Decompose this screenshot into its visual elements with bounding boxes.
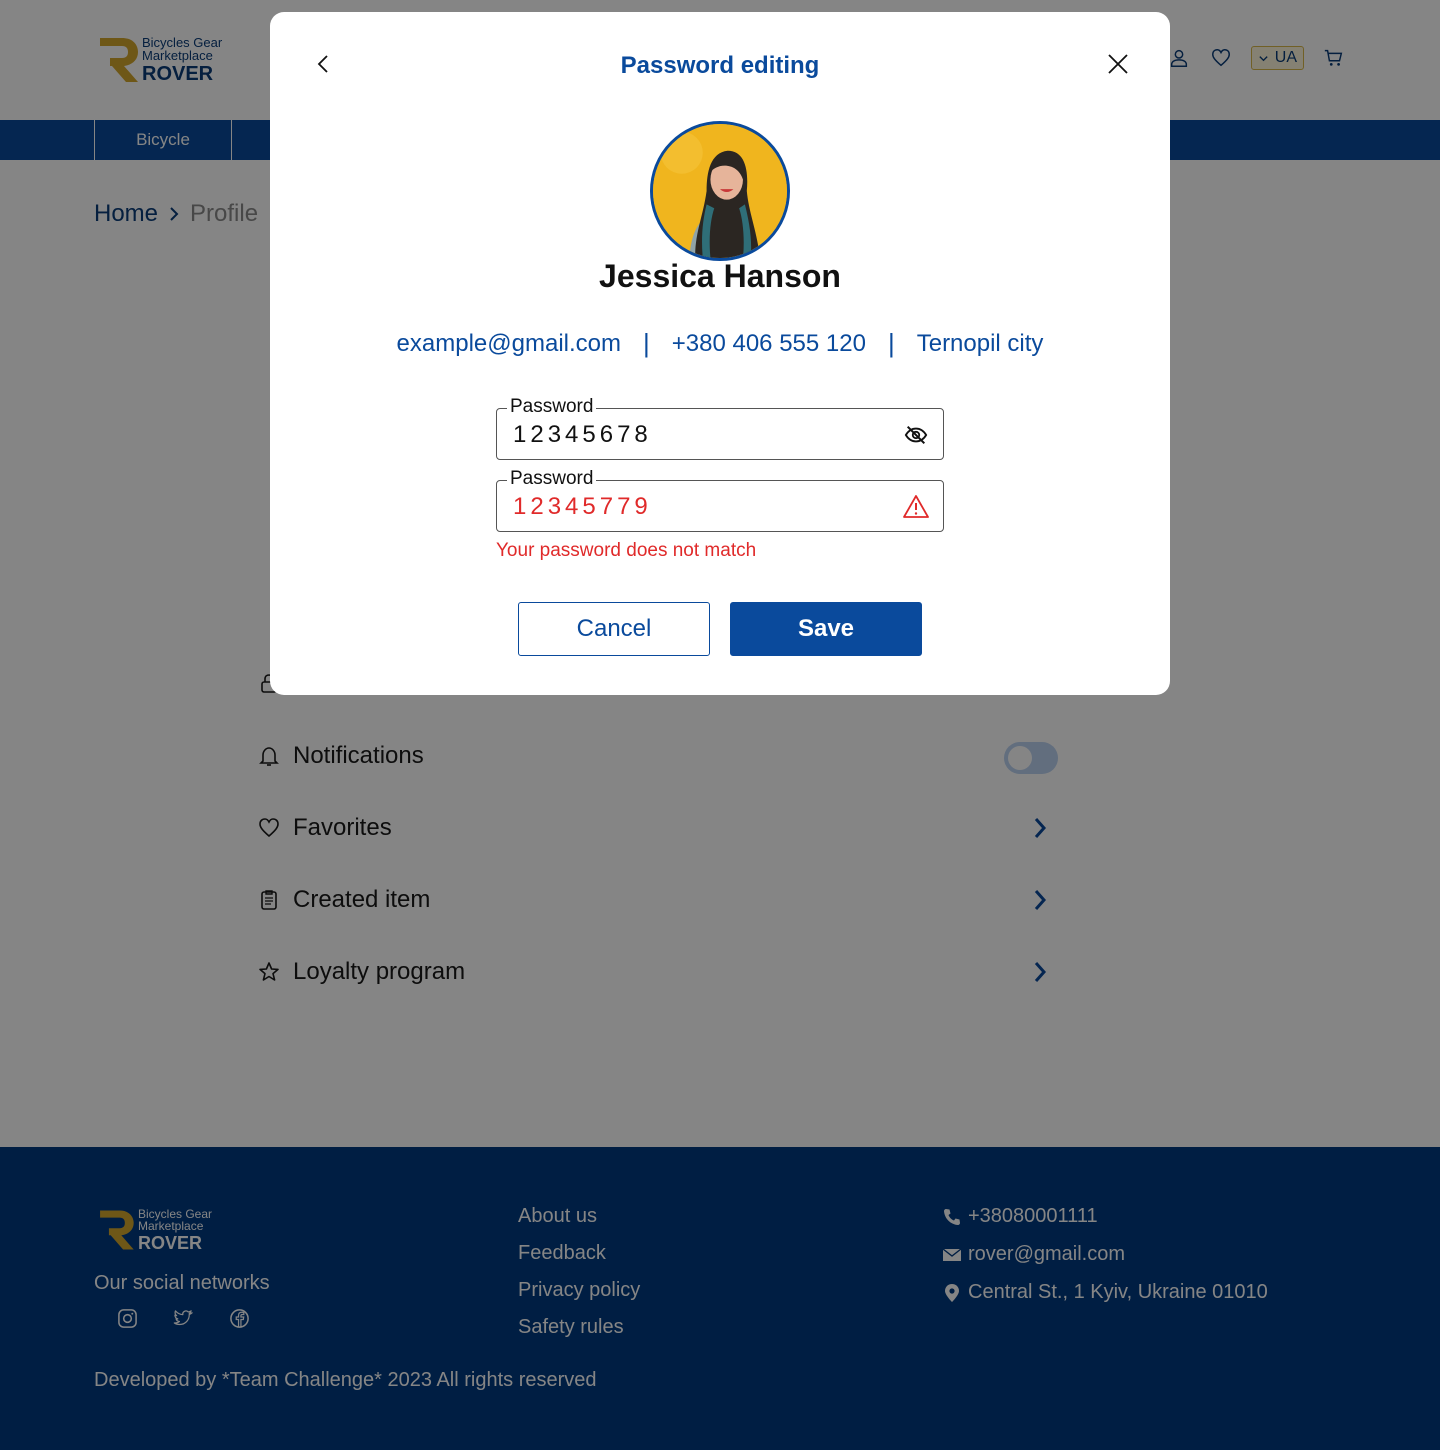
cancel-button[interactable]: Cancel — [518, 602, 710, 656]
password-field[interactable]: Password 12345678 — [496, 396, 944, 460]
user-city: Ternopil city — [916, 329, 1044, 357]
user-name: Jessica Hanson — [599, 258, 841, 294]
separator: | — [887, 328, 895, 358]
user-contact-line: example@gmail.com | +380 406 555 120 | T… — [270, 328, 1170, 359]
confirm-password-field-label: Password — [507, 468, 597, 490]
password-edit-modal: Password editing Jessica Hanson example@… — [270, 12, 1170, 695]
user-phone: +380 406 555 120 — [671, 329, 866, 357]
warning-icon — [903, 494, 929, 520]
password-field-value: 12345678 — [513, 421, 652, 448]
user-photo — [653, 124, 787, 258]
password-field-label: Password — [507, 396, 597, 418]
user-email: example@gmail.com — [396, 329, 621, 357]
close-button[interactable] — [1104, 50, 1132, 78]
confirm-password-field[interactable]: Password 12345779 — [496, 468, 944, 532]
avatar — [650, 121, 790, 261]
confirm-password-field-value: 12345779 — [513, 493, 652, 520]
save-button[interactable]: Save — [730, 602, 922, 656]
close-icon — [1108, 54, 1128, 74]
separator: | — [642, 328, 650, 358]
eye-off-icon[interactable] — [903, 422, 929, 448]
modal-title: Password editing — [620, 52, 820, 79]
password-error-message: Your password does not match — [496, 540, 757, 561]
